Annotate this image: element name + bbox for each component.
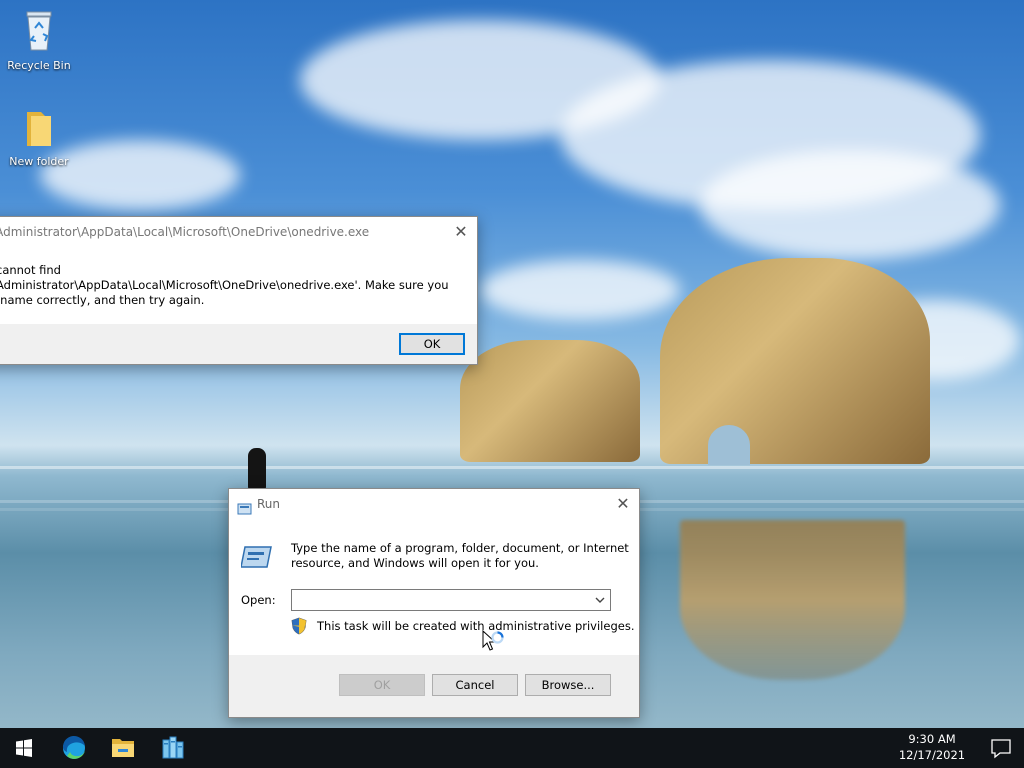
desktop[interactable]: Recycle Bin New folder C:\Users\Administ… <box>0 0 1024 768</box>
error-ok-button[interactable]: OK <box>399 333 465 355</box>
windows-start-icon[interactable] <box>0 728 48 768</box>
error-dialog-footer: OK <box>0 324 477 364</box>
open-input[interactable] <box>294 591 584 609</box>
error-dialog[interactable]: C:\Users\Administrator\AppData\Local\Mic… <box>0 216 478 365</box>
run-dialog-footer: OK Cancel Browse... <box>229 655 639 717</box>
run-description-line-1: Type the name of a program, folder, docu… <box>291 541 629 555</box>
run-program-icon <box>240 545 273 572</box>
run-dialog-title: Run <box>257 497 281 511</box>
taskbar: 9:30 AM 12/17/2021 <box>0 728 1024 768</box>
run-dialog[interactable]: Run ✕ Type the name of a program, folder… <box>228 488 640 718</box>
clock-date: 12/17/2021 <box>898 748 966 762</box>
error-dialog-titlebar[interactable]: C:\Users\Administrator\AppData\Local\Mic… <box>0 217 477 247</box>
close-icon[interactable]: ✕ <box>615 489 631 519</box>
clock-time: 9:30 AM <box>908 732 956 746</box>
desktop-icon-label: Recycle Bin <box>7 59 71 72</box>
uac-shield-icon <box>291 617 307 638</box>
cancel-button[interactable]: Cancel <box>432 674 518 696</box>
busy-cursor <box>482 629 508 662</box>
action-center-icon[interactable] <box>978 728 1024 768</box>
run-description-line-2: resource, and Windows will open it for y… <box>291 556 539 570</box>
ok-button[interactable]: OK <box>339 674 425 696</box>
system-clock[interactable]: 9:30 AM 12/17/2021 <box>890 731 974 763</box>
folder-icon <box>1 108 77 151</box>
run-dialog-titlebar[interactable]: Run ✕ <box>229 489 639 519</box>
desktop-icon-recycle-bin[interactable]: Recycle Bin <box>1 8 77 72</box>
desktop-icon-label: New folder <box>9 155 69 168</box>
error-message-line-3: typed the name correctly, and then try a… <box>0 293 205 307</box>
desktop-icon-new-folder[interactable]: New folder <box>1 108 77 168</box>
server-manager-icon[interactable] <box>148 728 196 768</box>
run-description: Type the name of a program, folder, docu… <box>291 541 629 571</box>
close-icon[interactable]: ✕ <box>453 217 469 247</box>
file-explorer-icon[interactable] <box>99 728 147 768</box>
run-icon <box>237 497 253 519</box>
edge-browser-icon[interactable] <box>50 728 98 768</box>
admin-privileges-note: This task will be created with administr… <box>317 619 635 633</box>
browse-button[interactable]: Browse... <box>525 674 611 696</box>
error-message-line-1: Windows cannot find <box>0 263 61 277</box>
error-message-line-2: 'C:\Users\Administrator\AppData\Local\Mi… <box>0 278 449 292</box>
open-label: Open: <box>241 593 276 607</box>
error-message: Windows cannot find 'C:\Users\Administra… <box>0 263 449 308</box>
recycle-bin-icon <box>1 8 77 55</box>
chevron-down-icon[interactable] <box>593 592 607 608</box>
error-dialog-title: C:\Users\Administrator\AppData\Local\Mic… <box>0 225 370 239</box>
open-combobox[interactable] <box>291 589 611 611</box>
